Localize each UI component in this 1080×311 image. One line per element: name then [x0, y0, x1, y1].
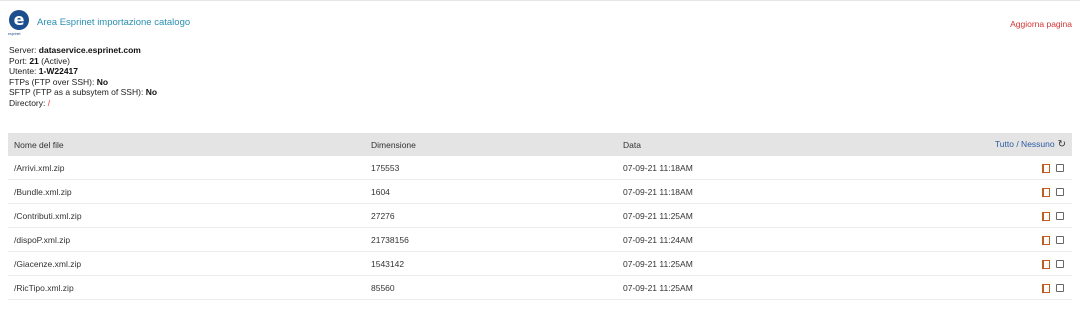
sftp-line: SFTP (FTP as a subsytem of SSH): No — [9, 87, 157, 98]
select-checkbox[interactable] — [1056, 212, 1064, 221]
table-row: /Bundle.xml.zip 1604 07-09-21 11:18AM — [8, 179, 1072, 204]
file-name[interactable]: /dispoP.xml.zip — [8, 227, 365, 252]
column-header-size[interactable]: Dimensione — [365, 133, 617, 156]
file-size: 175553 — [365, 156, 617, 180]
row-actions — [842, 179, 1072, 204]
row-actions — [842, 156, 1072, 180]
sftp-label: SFTP (FTP as a subsytem of SSH): — [9, 87, 144, 97]
column-header-date[interactable]: Data — [617, 133, 843, 156]
directory-label: Directory: — [9, 97, 46, 108]
file-size: 85560 — [365, 275, 617, 300]
user-label: Utente: — [9, 66, 37, 76]
logo-caption: esprinet — [8, 32, 21, 36]
document-icon[interactable] — [1042, 211, 1050, 221]
refresh-icon[interactable]: ↻ — [1058, 139, 1066, 150]
port-value: 21 — [29, 55, 39, 66]
row-actions — [842, 227, 1072, 252]
table-row: /Arrivi.xml.zip 175553 07-09-21 11:18AM — [8, 156, 1072, 180]
file-date: 07-09-21 11:25AM — [617, 251, 843, 276]
file-date: 07-09-21 11:18AM — [617, 179, 843, 204]
server-value: dataservice.esprinet.com — [38, 45, 141, 55]
file-name[interactable]: /Giacenze.xml.zip — [8, 251, 365, 276]
ftps-value: No — [96, 76, 109, 87]
document-icon[interactable] — [1042, 283, 1050, 293]
file-size: 27276 — [365, 203, 617, 228]
row-actions — [842, 275, 1072, 300]
file-size: 1604 — [365, 179, 617, 204]
refresh-page-link[interactable]: Aggiorna pagina — [1010, 19, 1072, 29]
directory-value[interactable]: / — [48, 98, 50, 108]
document-icon[interactable] — [1042, 235, 1050, 245]
sftp-value: No — [145, 87, 158, 97]
file-name[interactable]: /Contributi.xml.zip — [8, 203, 365, 228]
column-header-name[interactable]: Nome del file — [8, 133, 365, 156]
header: e esprinet Area Esprinet importazione ca… — [8, 10, 191, 36]
logo-mark: e — [9, 10, 29, 30]
file-date: 07-09-21 11:24AM — [617, 227, 843, 252]
row-actions — [842, 203, 1072, 228]
file-date: 07-09-21 11:25AM — [617, 275, 843, 300]
port-line: Port: 21 (Active) — [9, 56, 157, 67]
table-row: /dispoP.xml.zip 21738156 07-09-21 11:24AM — [8, 227, 1072, 252]
server-label: Server: — [9, 45, 37, 55]
select-checkbox[interactable] — [1056, 164, 1064, 173]
user-line: Utente: 1-W22417 — [9, 66, 157, 77]
port-status: (Active) — [41, 55, 70, 66]
file-size: 21738156 — [365, 227, 617, 252]
document-icon[interactable] — [1042, 187, 1050, 197]
port-label: Port: — [9, 55, 27, 66]
select-all-none-link[interactable]: Tutto / Nessuno — [995, 139, 1055, 149]
ftps-label: FTPs (FTP over SSH): — [9, 76, 95, 87]
file-table: Nome del file Dimensione Data Tutto / Ne… — [8, 133, 1072, 300]
column-header-actions: Tutto / Nessuno ↻ — [842, 133, 1072, 156]
file-name[interactable]: /Arrivi.xml.zip — [8, 156, 365, 180]
esprinet-logo: e esprinet — [8, 10, 31, 36]
select-checkbox[interactable] — [1056, 236, 1064, 245]
ftps-line: FTPs (FTP over SSH): No — [9, 77, 157, 88]
file-date: 07-09-21 11:25AM — [617, 203, 843, 228]
table-row: /Contributi.xml.zip 27276 07-09-21 11:25AM — [8, 203, 1072, 228]
select-checkbox[interactable] — [1056, 188, 1064, 197]
file-size: 1543142 — [365, 251, 617, 276]
select-checkbox[interactable] — [1056, 284, 1064, 293]
server-line: Server: dataservice.esprinet.com — [9, 45, 157, 56]
directory-line: Directory: / — [9, 98, 157, 109]
file-name[interactable]: /RicTipo.xml.zip — [8, 275, 365, 300]
row-actions — [842, 251, 1072, 276]
table-header-row: Nome del file Dimensione Data Tutto / Ne… — [8, 133, 1072, 156]
file-date: 07-09-21 11:18AM — [617, 156, 843, 180]
app-title: Area Esprinet importazione catalogo — [37, 17, 191, 28]
file-name[interactable]: /Bundle.xml.zip — [8, 179, 365, 204]
document-icon[interactable] — [1042, 259, 1050, 269]
document-icon[interactable] — [1042, 163, 1050, 173]
table-row: /Giacenze.xml.zip 1543142 07-09-21 11:25AM — [8, 251, 1072, 276]
table-row: /RicTipo.xml.zip 85560 07-09-21 11:25AM — [8, 275, 1072, 300]
user-value: 1-W22417 — [38, 66, 78, 76]
select-checkbox[interactable] — [1056, 260, 1064, 269]
connection-info: Server: dataservice.esprinet.com Port: 2… — [9, 45, 157, 108]
